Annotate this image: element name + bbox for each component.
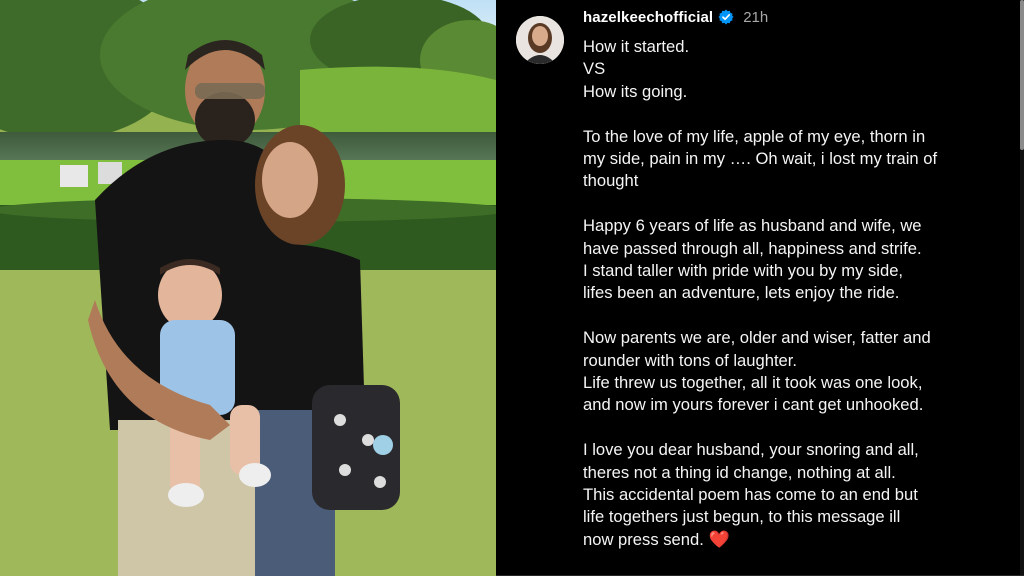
caption-line: lifes been an adventure, lets enjoy the … xyxy=(583,283,900,303)
family-photo-image xyxy=(0,0,496,576)
caption-last-line: now press send. ❤️ xyxy=(583,529,993,551)
caption-line: How its going. xyxy=(583,81,688,101)
caption-line: my side, pain in my …. Oh wait, i lost m… xyxy=(583,149,938,169)
caption-line: Happy 6 years of life as husband and wif… xyxy=(583,216,922,236)
caption-line: Life threw us together, all it took was … xyxy=(583,373,923,393)
verified-badge-icon xyxy=(718,9,734,25)
caption-line: To the love of my life, apple of my eye,… xyxy=(583,126,926,146)
caption-line: VS xyxy=(583,59,606,79)
caption-line: I stand taller with pride with you by my… xyxy=(583,261,904,281)
post-caption: How it started. VS How its going. To the… xyxy=(583,36,993,551)
caption-line: rounder with tons of laughter. xyxy=(583,350,798,370)
username-link[interactable]: hazelkeechofficial xyxy=(583,9,713,26)
caption-scrollbar-thumb[interactable] xyxy=(1020,0,1024,150)
caption-line: thought xyxy=(583,171,639,191)
post-caption-panel: hazelkeechofficial 21h How it started. V… xyxy=(496,0,1024,576)
caption-line: Now parents we are, older and wiser, fat… xyxy=(583,328,931,348)
post-timestamp[interactable]: 21h xyxy=(743,9,768,26)
caption-line: life togethers just begun, to this messa… xyxy=(583,507,901,527)
profile-avatar[interactable] xyxy=(516,16,564,64)
avatar-image xyxy=(516,16,564,64)
caption-line: How it started. xyxy=(583,37,690,56)
caption-line: and now im yours forever i cant get unho… xyxy=(583,395,924,415)
heart-emoji-icon: ❤️ xyxy=(708,529,730,549)
caption-line: This accidental poem has come to an end … xyxy=(583,485,918,505)
caption-line: I love you dear husband, your snoring an… xyxy=(583,440,919,460)
caption-line: have passed through all, happiness and s… xyxy=(583,238,922,258)
caption-line: theres not a thing id change, nothing at… xyxy=(583,462,896,482)
caption-line-text: now press send. xyxy=(583,529,709,549)
post-header: hazelkeechofficial 21h xyxy=(583,7,768,27)
post-photo[interactable] xyxy=(0,0,496,576)
